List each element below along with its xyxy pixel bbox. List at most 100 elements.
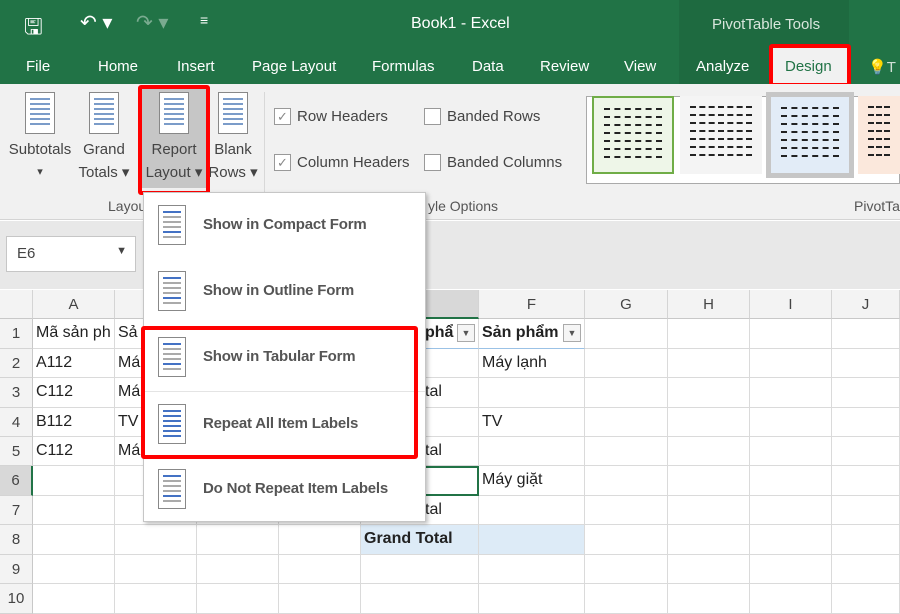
cell-B10[interactable] (115, 584, 197, 614)
cell-F6[interactable]: Máy giặt (479, 466, 585, 496)
cell-H3[interactable] (668, 378, 750, 408)
tab-data[interactable]: Data (472, 58, 504, 75)
cell-I2[interactable] (750, 349, 832, 378)
cell-A4[interactable]: B112 (33, 408, 115, 437)
cell-F3[interactable] (479, 378, 585, 408)
cell-F9[interactable] (479, 555, 585, 584)
cell-J5[interactable] (832, 437, 900, 466)
cell-F2[interactable]: Máy lạnh (479, 349, 585, 378)
cell-I4[interactable] (750, 408, 832, 437)
cell-C9[interactable] (197, 555, 279, 584)
column-header-F[interactable]: F (479, 290, 585, 319)
row-header-9[interactable]: 9 (0, 555, 33, 584)
cell-A3[interactable]: C112 (33, 378, 115, 408)
blank-rows-button[interactable]: Blank Rows ▾ (208, 92, 258, 184)
cell-J8[interactable] (832, 525, 900, 555)
row-header-5[interactable]: 5 (0, 437, 33, 466)
cell-A5[interactable]: C112 (33, 437, 115, 466)
cell-J1[interactable] (832, 319, 900, 349)
filter-dropdown-icon[interactable]: ▼ (563, 324, 581, 342)
tab-review[interactable]: Review (540, 58, 589, 75)
cell-H6[interactable] (668, 466, 750, 496)
cell-D10[interactable] (279, 584, 361, 614)
tab-file[interactable]: File (26, 58, 50, 75)
cell-G9[interactable] (585, 555, 668, 584)
cell-A2[interactable]: A112 (33, 349, 115, 378)
cell-I6[interactable] (750, 466, 832, 496)
row-header-1[interactable]: 1 (0, 319, 33, 349)
cell-F5[interactable] (479, 437, 585, 466)
cell-H7[interactable] (668, 496, 750, 525)
cell-H10[interactable] (668, 584, 750, 614)
cell-A7[interactable] (33, 496, 115, 525)
row-header-10[interactable]: 10 (0, 584, 33, 614)
cell-J2[interactable] (832, 349, 900, 378)
cell-G8[interactable] (585, 525, 668, 555)
column-headers-checkbox[interactable]: ✓ Column Headers (274, 154, 410, 171)
cell-I3[interactable] (750, 378, 832, 408)
cell-J3[interactable] (832, 378, 900, 408)
cell-A8[interactable] (33, 525, 115, 555)
cell-A1[interactable]: Mã sản ph (33, 319, 115, 349)
tab-insert[interactable]: Insert (177, 58, 215, 75)
cell-H5[interactable] (668, 437, 750, 466)
cell-J4[interactable] (832, 408, 900, 437)
pivot-style-gray[interactable] (680, 96, 762, 174)
row-header-3[interactable]: 3 (0, 378, 33, 408)
customize-toolbar-icon[interactable]: ≡ (200, 12, 208, 28)
row-header-7[interactable]: 7 (0, 496, 33, 525)
filter-dropdown-icon[interactable]: ▼ (457, 324, 475, 342)
undo-icon[interactable]: ↶ ▾ (80, 10, 112, 35)
grand-totals-button[interactable]: Grand Totals ▾ (74, 92, 134, 184)
cell-F1[interactable]: Sản phẩm ▼ (479, 319, 585, 349)
cell-F8[interactable] (479, 525, 585, 555)
subtotals-button[interactable]: Subtotals ▾ (6, 92, 74, 184)
cell-F10[interactable] (479, 584, 585, 614)
cell-I9[interactable] (750, 555, 832, 584)
menu-item-do-not-repeat-item-labels[interactable]: Do Not Repeat Item Labels (144, 457, 425, 523)
pivot-style-blue-selected[interactable] (766, 92, 854, 178)
row-header-2[interactable]: 2 (0, 349, 33, 378)
save-icon[interactable]: 🖫 (24, 10, 43, 48)
cell-H9[interactable] (668, 555, 750, 584)
tab-formulas[interactable]: Formulas (372, 58, 435, 75)
tab-page-layout[interactable]: Page Layout (252, 58, 336, 75)
cell-G5[interactable] (585, 437, 668, 466)
cell-D8[interactable] (279, 525, 361, 555)
cell-G6[interactable] (585, 466, 668, 496)
cell-J10[interactable] (832, 584, 900, 614)
menu-item-show-compact-form[interactable]: Show in Compact Form (144, 193, 425, 259)
redo-icon[interactable]: ↷ ▾ (136, 10, 168, 35)
column-header-G[interactable]: G (585, 290, 668, 319)
cell-D9[interactable] (279, 555, 361, 584)
cell-J7[interactable] (832, 496, 900, 525)
cell-H8[interactable] (668, 525, 750, 555)
row-header-8[interactable]: 8 (0, 525, 33, 555)
cell-G2[interactable] (585, 349, 668, 378)
cell-E9[interactable] (361, 555, 479, 584)
pivot-style-green[interactable] (592, 96, 674, 174)
tell-me-icon[interactable]: 💡T (868, 58, 896, 76)
name-box[interactable]: E6 ▼ (6, 236, 136, 272)
cell-A9[interactable] (33, 555, 115, 584)
cell-G7[interactable] (585, 496, 668, 525)
cell-I7[interactable] (750, 496, 832, 525)
column-header-I[interactable]: I (750, 290, 832, 319)
menu-item-show-outline-form[interactable]: Show in Outline Form (144, 259, 425, 325)
pivot-style-orange[interactable] (858, 96, 900, 174)
column-header-H[interactable]: H (668, 290, 750, 319)
cell-B8[interactable] (115, 525, 197, 555)
cell-G10[interactable] (585, 584, 668, 614)
column-header-A[interactable]: A (33, 290, 115, 319)
banded-columns-checkbox[interactable]: Banded Columns (424, 154, 562, 171)
tab-analyze[interactable]: Analyze (696, 58, 749, 75)
cell-C10[interactable] (197, 584, 279, 614)
cell-H1[interactable] (668, 319, 750, 349)
select-all-corner[interactable] (0, 290, 33, 319)
cell-F7[interactable] (479, 496, 585, 525)
cell-E8[interactable]: Grand Total (361, 525, 479, 555)
row-header-4[interactable]: 4 (0, 408, 33, 437)
cell-I8[interactable] (750, 525, 832, 555)
cell-A10[interactable] (33, 584, 115, 614)
cell-F4[interactable]: TV (479, 408, 585, 437)
